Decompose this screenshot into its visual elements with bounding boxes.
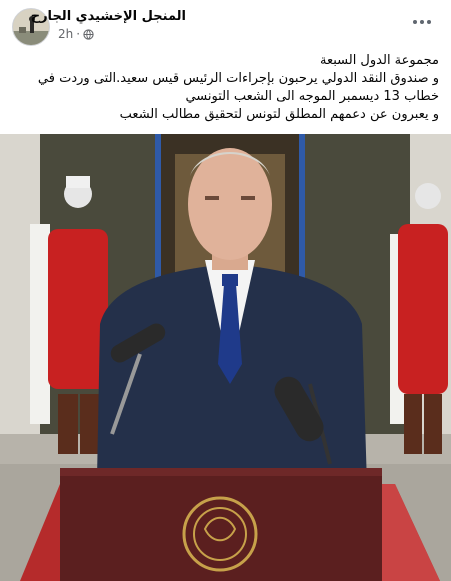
post-text-line: و صندوق النقد الدولي يرحبون بإجراءات الر… [37,71,439,86]
post-text: مجموعة الدول السبعة و صندوق النقد الدولي… [12,52,439,124]
globe-icon [83,28,94,40]
post-header: المنجل الإخشيدي الجارح 2h · [0,0,451,48]
post-text-line: و يعبرون عن دعمهم المطلق لتونس لتحقيق مط… [119,107,439,122]
author-name[interactable]: المنجل الإخشيدي الجارح [31,9,186,24]
post-photo[interactable] [0,134,451,581]
post-meta: 2h · [58,27,94,41]
more-options-icon[interactable] [408,12,436,32]
meta-separator: · [76,27,81,41]
post-time[interactable]: 2h [58,27,73,41]
facebook-post: المنجل الإخشيدي الجارح 2h · مجموعة الدول… [0,0,451,581]
post-text-line: مجموعة الدول السبعة [319,53,439,68]
post-text-line: خطاب 13 ديسمبر الموجه الى الشعب التونسي [185,89,439,104]
president-speech-photo [0,134,451,581]
